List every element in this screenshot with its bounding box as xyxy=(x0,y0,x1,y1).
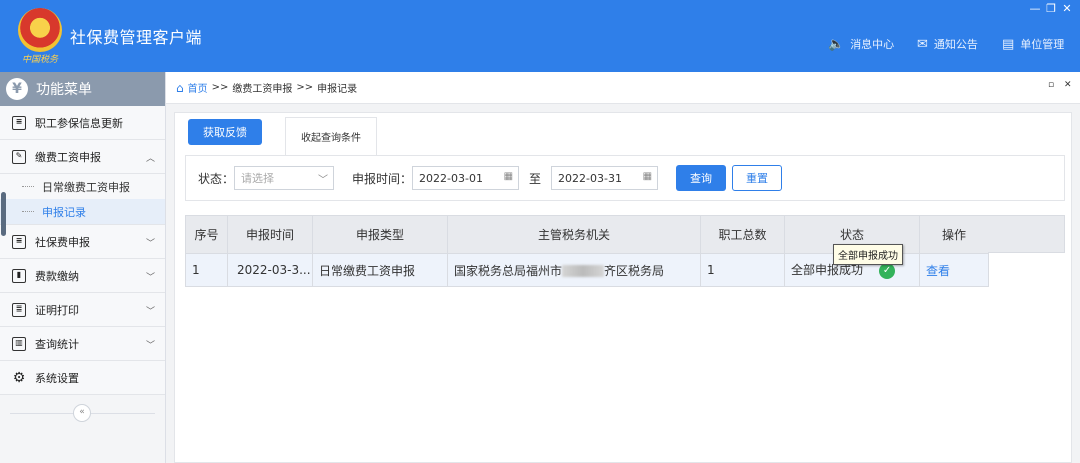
edit-icon: ✎ xyxy=(12,149,26,164)
sidebar-item-label: 费款缴纳 xyxy=(35,269,79,283)
payment-icon: ▮ xyxy=(12,268,26,283)
breadcrumb-level2: 申报记录 xyxy=(317,84,358,95)
mail-icon: ✉ xyxy=(917,36,928,52)
sidebar-item-social-fee[interactable]: ≡ 社保费申报 ﹀ xyxy=(0,225,165,259)
chevron-down-icon: ﹀ xyxy=(145,307,155,317)
sidebar-item-query-stats[interactable]: ▥ 查询统计 ﹀ xyxy=(0,327,165,361)
chevron-down-icon: ﹀ xyxy=(145,273,155,283)
chevron-down-icon: ﹀ xyxy=(318,175,329,186)
message-center-label: 消息中心 xyxy=(850,38,895,51)
panel-close-icon[interactable]: ✕ xyxy=(1064,80,1072,90)
home-icon: ⌂ xyxy=(176,80,184,95)
view-link[interactable]: 查看 xyxy=(926,264,950,278)
bar-chart-icon: ▥ xyxy=(12,336,26,351)
submenu: 日常缴费工资申报 申报记录 xyxy=(0,174,165,225)
tax-emblem-icon xyxy=(18,8,62,52)
sidebar-item-label: 系统设置 xyxy=(35,371,79,385)
content-panel: 获取反馈 收起查询条件 状态： 请选择 ﹀ 申报时间： 2022-03-01 ▦… xyxy=(174,112,1072,463)
sidebar-scrollbar[interactable] xyxy=(1,192,6,236)
main-area: ⌂ 首页 >> 缴费工资申报 >> 申报记录 ▫ ✕ 获取反馈 收起查询条件 状… xyxy=(166,72,1080,463)
status-tooltip: 全部申报成功 xyxy=(833,244,903,265)
gear-icon: ⚙ xyxy=(12,369,26,386)
minimize-button[interactable]: — xyxy=(1028,2,1042,15)
restore-button[interactable]: ❐ xyxy=(1044,2,1058,15)
document-icon: ≡ xyxy=(12,234,26,249)
sidebar-item-label: 证明打印 xyxy=(35,303,79,317)
sidebar-subitem-daily-declaration[interactable]: 日常缴费工资申报 xyxy=(0,174,165,199)
column-header: 序号 xyxy=(185,215,228,254)
sidebar-item-payment[interactable]: ▮ 费款缴纳 ﹀ xyxy=(0,259,165,293)
sidebar-item-label: 社保费申报 xyxy=(35,235,90,249)
query-filter-bar: 状态： 请选择 ﹀ 申报时间： 2022-03-01 ▦ 至 2022-03-3… xyxy=(185,155,1065,201)
sidebar-item-system-settings[interactable]: ⚙ 系统设置 xyxy=(0,361,165,395)
yen-icon: ¥ xyxy=(6,78,28,100)
redacted-text xyxy=(562,265,605,277)
get-feedback-button[interactable]: 获取反馈 xyxy=(188,119,262,145)
status-placeholder: 请选择 xyxy=(241,172,275,185)
sidebar-header-label: 功能菜单 xyxy=(36,82,92,98)
sidebar-item-employee-info[interactable]: ≡ 职工参保信息更新 xyxy=(0,106,165,140)
unit-management-link[interactable]: ▤ 单位管理 xyxy=(1002,36,1064,52)
status-label: 状态： xyxy=(198,171,235,186)
app-title: 社保费管理客户端 xyxy=(70,28,203,47)
title-bar: 中国税务 社保费管理客户端 — ❐ ✕ 🔈 消息中心 ✉ 通知公告 ▤ 单位管理 xyxy=(0,0,1080,72)
sidebar-item-label: 缴费工资申报 xyxy=(35,150,101,164)
breadcrumb-home-link[interactable]: 首页 xyxy=(188,80,208,95)
calendar-icon: ▦ xyxy=(503,171,514,182)
notice-link[interactable]: ✉ 通知公告 xyxy=(917,36,978,52)
end-date-value: 2022-03-31 xyxy=(558,171,622,185)
notice-label: 通知公告 xyxy=(933,38,978,51)
calendar-icon: ▦ xyxy=(642,171,653,182)
breadcrumb-separator: >> xyxy=(296,82,314,93)
speaker-icon: 🔈 xyxy=(828,36,845,52)
chevron-down-icon: ﹀ xyxy=(145,239,155,249)
column-header: 申报时间 xyxy=(227,215,313,254)
breadcrumb-separator: >> xyxy=(211,82,229,93)
close-button[interactable]: ✕ xyxy=(1060,2,1074,15)
tax-office-prefix: 国家税务总局福州市 xyxy=(454,263,563,278)
cell-type: 日常缴费工资申报 xyxy=(312,253,448,287)
column-header: 主管税务机关 xyxy=(447,215,701,254)
breadcrumb: ⌂ 首页 >> 缴费工资申报 >> 申报记录 xyxy=(166,72,1080,104)
cell-employees: 1 xyxy=(700,253,785,287)
collapse-sidebar-button[interactable]: « xyxy=(73,404,91,422)
sidebar: ¥ 功能菜单 ≡ 职工参保信息更新 ✎ 缴费工资申报 ︿ 日常缴费工资申报 申报… xyxy=(0,72,166,463)
query-button[interactable]: 查询 xyxy=(676,165,727,191)
breadcrumb-level1: 缴费工资申报 xyxy=(232,84,293,95)
start-date-input[interactable]: 2022-03-01 ▦ xyxy=(412,166,520,190)
cell-index: 1 xyxy=(185,253,228,287)
cell-tax-office: 国家税务总局福州市 齐区税务局 xyxy=(447,253,701,287)
logo-caption: 中国税务 xyxy=(22,55,59,65)
reset-button[interactable]: 重置 xyxy=(732,165,783,191)
sidebar-header: ¥ 功能菜单 xyxy=(0,72,165,112)
status-text: 全部申报成功 xyxy=(791,263,864,278)
sidebar-item-certificate-print[interactable]: ≣ 证明打印 ﹀ xyxy=(0,293,165,327)
tab-collapse-query[interactable]: 收起查询条件 xyxy=(285,117,377,155)
cell-time: 2022-03-3... xyxy=(227,253,313,287)
time-label: 申报时间： xyxy=(352,171,413,186)
tax-office-suffix: 齐区税务局 xyxy=(604,263,665,278)
status-select[interactable]: 请选择 ﹀ xyxy=(234,166,335,190)
print-icon: ≣ xyxy=(12,302,26,317)
unit-management-label: 单位管理 xyxy=(1020,38,1065,51)
building-icon: ▤ xyxy=(1002,36,1015,52)
column-header: 职工总数 xyxy=(700,215,785,254)
sidebar-item-wage-declaration[interactable]: ✎ 缴费工资申报 ︿ xyxy=(0,140,165,174)
column-header: 申报类型 xyxy=(312,215,448,254)
sidebar-subitem-declaration-records[interactable]: 申报记录 xyxy=(0,199,165,224)
sidebar-item-label: 查询统计 xyxy=(35,337,79,351)
message-center-link[interactable]: 🔈 消息中心 xyxy=(828,36,894,52)
panel-restore-icon[interactable]: ▫ xyxy=(1048,80,1054,90)
cell-action: 查看 xyxy=(919,253,989,287)
column-header: 操作 xyxy=(919,215,989,254)
sidebar-item-label: 职工参保信息更新 xyxy=(35,116,123,130)
to-label: 至 xyxy=(529,171,542,186)
end-date-input[interactable]: 2022-03-31 ▦ xyxy=(551,166,659,190)
check-circle-icon[interactable]: ✓ xyxy=(879,262,896,279)
chevron-up-icon: ︿ xyxy=(145,154,155,164)
start-date-value: 2022-03-01 xyxy=(419,171,483,185)
list-icon: ≡ xyxy=(12,115,26,130)
chevron-down-icon: ﹀ xyxy=(145,341,155,351)
